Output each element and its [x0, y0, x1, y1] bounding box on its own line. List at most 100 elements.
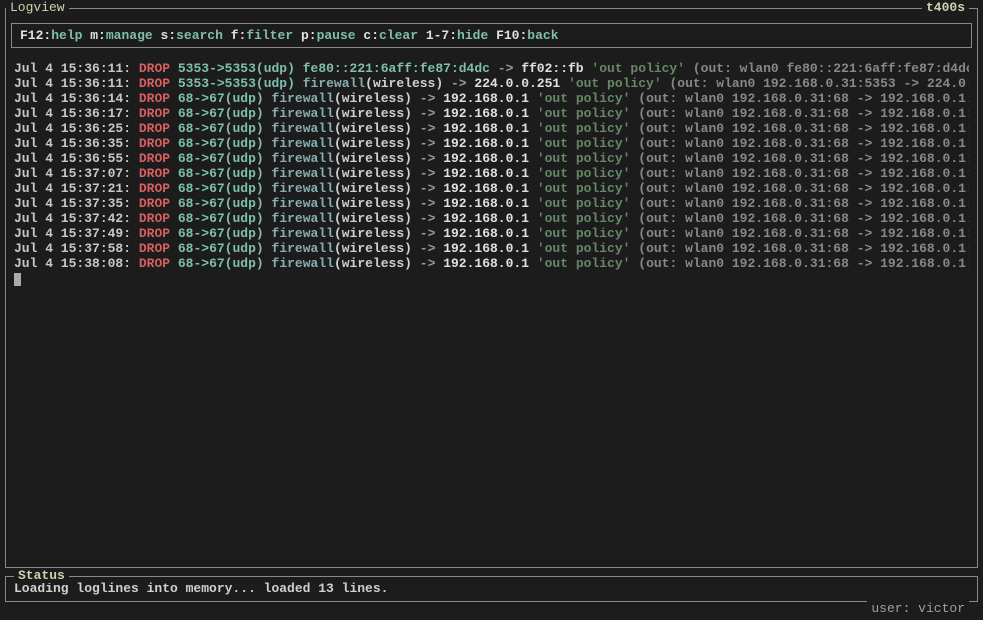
- log-proto: (udp): [225, 226, 264, 241]
- log-line[interactable]: Jul 4 15:37:07: DROP 68->67(udp) firewal…: [14, 166, 969, 181]
- log-ports: 68->67: [178, 166, 225, 181]
- log-line[interactable]: Jul 4 15:37:42: DROP 68->67(udp) firewal…: [14, 211, 969, 226]
- menu-cmd[interactable]: pause: [317, 28, 356, 43]
- log-proto: (udp): [256, 76, 295, 91]
- log-policy: 'out policy': [537, 181, 631, 196]
- log-line[interactable]: Jul 4 15:36:17: DROP 68->67(udp) firewal…: [14, 106, 969, 121]
- log-proto: (udp): [225, 151, 264, 166]
- arrow-icon: ->: [420, 181, 436, 196]
- log-src-firewall: firewall: [272, 241, 334, 256]
- menu-key[interactable]: s:: [160, 28, 176, 43]
- log-tail: (out: wlan0 192.168.0.31:68 -> 192.168.0…: [638, 211, 969, 226]
- host-label: t400s: [922, 0, 969, 15]
- log-dst: 192.168.0.1: [443, 121, 529, 136]
- log-dst: 192.168.0.1: [443, 196, 529, 211]
- log-action: DROP: [139, 181, 170, 196]
- log-timestamp: Jul 4 15:37:07:: [14, 166, 131, 181]
- log-line[interactable]: Jul 4 15:36:35: DROP 68->67(udp) firewal…: [14, 136, 969, 151]
- log-tail: (out: wlan0 192.168.0.31:68 -> 192.168.0…: [638, 166, 969, 181]
- menu-key[interactable]: F10:: [496, 28, 527, 43]
- log-tail: (out: wlan0 192.168.0.31:68 -> 192.168.0…: [638, 181, 969, 196]
- cursor-icon: [14, 273, 21, 286]
- log-src-iface: (wireless): [334, 196, 412, 211]
- arrow-icon: ->: [420, 226, 436, 241]
- log-ports: 68->67: [178, 151, 225, 166]
- log-dst: 192.168.0.1: [443, 136, 529, 151]
- log-ports: 68->67: [178, 211, 225, 226]
- log-action: DROP: [139, 136, 170, 151]
- arrow-icon: ->: [498, 61, 514, 76]
- log-dst: 192.168.0.1: [443, 256, 529, 271]
- log-action: DROP: [139, 211, 170, 226]
- logview-title: Logview: [6, 0, 69, 15]
- log-dst: 192.168.0.1: [443, 166, 529, 181]
- menu-key[interactable]: p:: [301, 28, 317, 43]
- menu-cmd[interactable]: manage: [106, 28, 153, 43]
- log-policy: 'out policy': [537, 241, 631, 256]
- log-src-iface: (wireless): [334, 256, 412, 271]
- menu-cmd[interactable]: help: [51, 28, 82, 43]
- log-line[interactable]: Jul 4 15:36:14: DROP 68->67(udp) firewal…: [14, 91, 969, 106]
- log-line[interactable]: Jul 4 15:36:11: DROP 5353->5353(udp) fir…: [14, 76, 969, 91]
- menu-key[interactable]: m:: [90, 28, 106, 43]
- log-dst: 192.168.0.1: [443, 106, 529, 121]
- menu-key[interactable]: 1-7:: [426, 28, 457, 43]
- menu-cmd[interactable]: hide: [457, 28, 488, 43]
- log-ports: 68->67: [178, 241, 225, 256]
- log-policy: 'out policy': [537, 121, 631, 136]
- log-src-iface: (wireless): [334, 136, 412, 151]
- log-src-firewall: firewall: [272, 166, 334, 181]
- menu-key[interactable]: f:: [231, 28, 247, 43]
- log-timestamp: Jul 4 15:37:35:: [14, 196, 131, 211]
- log-dst: 192.168.0.1: [443, 91, 529, 106]
- log-dst: 192.168.0.1: [443, 211, 529, 226]
- menu-cmd[interactable]: search: [176, 28, 223, 43]
- log-timestamp: Jul 4 15:37:49:: [14, 226, 131, 241]
- menu-cmd[interactable]: back: [527, 28, 558, 43]
- log-src-firewall: firewall: [272, 136, 334, 151]
- log-line[interactable]: Jul 4 15:37:58: DROP 68->67(udp) firewal…: [14, 241, 969, 256]
- log-timestamp: Jul 4 15:36:25:: [14, 121, 131, 136]
- menu-key[interactable]: c:: [363, 28, 379, 43]
- log-ports: 68->67: [178, 196, 225, 211]
- menu-key[interactable]: F12:: [20, 28, 51, 43]
- log-ports: 68->67: [178, 136, 225, 151]
- log-src-iface: (wireless): [334, 181, 412, 196]
- log-dst: ff02::fb: [521, 61, 583, 76]
- status-text: Loading loglines into memory... loaded 1…: [14, 581, 388, 596]
- arrow-icon: ->: [420, 151, 436, 166]
- log-action: DROP: [139, 196, 170, 211]
- log-line[interactable]: Jul 4 15:36:55: DROP 68->67(udp) firewal…: [14, 151, 969, 166]
- log-timestamp: Jul 4 15:37:21:: [14, 181, 131, 196]
- log-policy: 'out policy': [537, 166, 631, 181]
- log-ports: 68->67: [178, 106, 225, 121]
- log-line[interactable]: Jul 4 15:36:11: DROP 5353->5353(udp) fe8…: [14, 61, 969, 76]
- log-line[interactable]: Jul 4 15:37:21: DROP 68->67(udp) firewal…: [14, 181, 969, 196]
- log-src-firewall: firewall: [272, 121, 334, 136]
- log-src-firewall: firewall: [272, 256, 334, 271]
- log-timestamp: Jul 4 15:36:55:: [14, 151, 131, 166]
- log-dst: 192.168.0.1: [443, 226, 529, 241]
- log-proto: (udp): [225, 136, 264, 151]
- log-proto: (udp): [225, 106, 264, 121]
- log-proto: (udp): [225, 241, 264, 256]
- log-line[interactable]: Jul 4 15:37:49: DROP 68->67(udp) firewal…: [14, 226, 969, 241]
- log-line[interactable]: Jul 4 15:37:35: DROP 68->67(udp) firewal…: [14, 196, 969, 211]
- log-body[interactable]: Jul 4 15:36:11: DROP 5353->5353(udp) fe8…: [14, 61, 969, 286]
- log-action: DROP: [139, 61, 170, 76]
- log-action: DROP: [139, 151, 170, 166]
- menu-cmd[interactable]: clear: [379, 28, 418, 43]
- log-src-firewall: firewall: [272, 106, 334, 121]
- arrow-icon: ->: [451, 76, 467, 91]
- log-line[interactable]: Jul 4 15:38:08: DROP 68->67(udp) firewal…: [14, 256, 969, 271]
- log-dst: 192.168.0.1: [443, 151, 529, 166]
- status-title: Status: [14, 568, 69, 583]
- log-policy: 'out policy': [537, 106, 631, 121]
- log-src-iface: (wireless): [334, 241, 412, 256]
- log-line[interactable]: Jul 4 15:36:25: DROP 68->67(udp) firewal…: [14, 121, 969, 136]
- log-src-firewall: firewall: [272, 196, 334, 211]
- log-timestamp: Jul 4 15:37:42:: [14, 211, 131, 226]
- log-src-iface: (wireless): [334, 106, 412, 121]
- log-policy: 'out policy': [591, 61, 685, 76]
- menu-cmd[interactable]: filter: [246, 28, 293, 43]
